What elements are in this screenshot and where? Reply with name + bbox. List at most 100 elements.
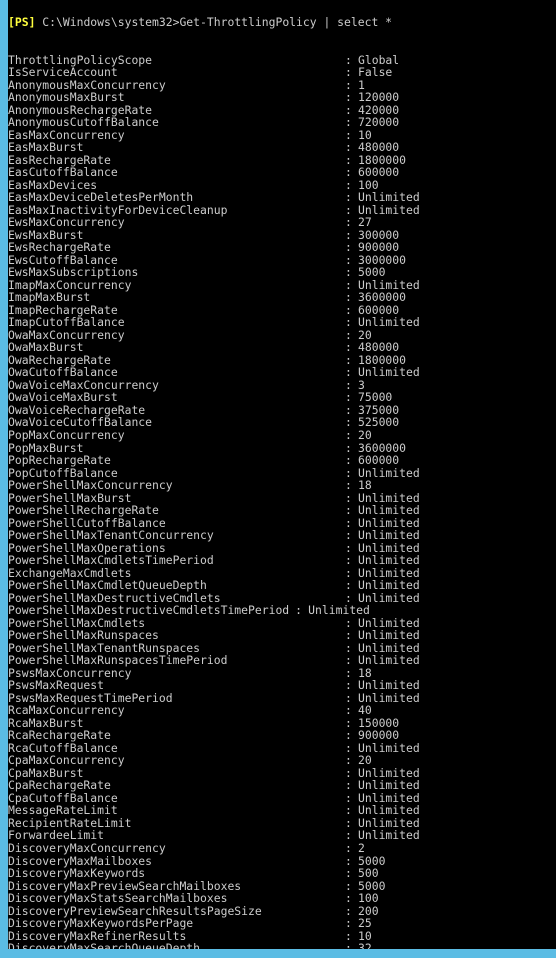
console-output-area[interactable]: [PS] C:\Windows\system32>Get-ThrottlingP… [8, 0, 556, 949]
property-separator: : [295, 603, 303, 618]
vertical-scrollbar[interactable] [0, 0, 8, 958]
property-separator: : [345, 553, 352, 568]
property-row: CpaMaxConcurrency:20 [8, 754, 556, 767]
property-name: IsServiceAccount [8, 65, 118, 80]
prompt-path: C:\Windows\system32> [42, 15, 180, 29]
property-row: DiscoveryMaxStatsSearchMailboxes:100 [8, 892, 556, 905]
blank-spacer-line [8, 29, 556, 54]
property-separator: : [345, 503, 352, 518]
property-separator: : [345, 891, 352, 906]
property-name: EasMaxBurst [8, 140, 84, 155]
property-name: ImapMaxBurst [8, 290, 91, 305]
property-separator: : [345, 628, 352, 643]
property-name: PowerShellMaxConcurrency [8, 478, 173, 493]
property-row: RcaMaxConcurrency:40 [8, 704, 556, 717]
property-row: IsServiceAccount: False [8, 66, 556, 79]
property-name: AnonymousCutoffBalance [8, 115, 159, 130]
property-name: DiscoveryMaxSearchQueueDepth [8, 941, 201, 949]
property-separator: : [345, 240, 352, 255]
property-separator: : [345, 427, 352, 442]
property-separator: : [345, 866, 352, 881]
property-row: DiscoveryMaxKeywordsPerPage:25 [8, 917, 556, 930]
property-separator: : [345, 215, 352, 230]
property-separator: : [345, 453, 352, 468]
property-row: EasMaxDeviceDeletesPerMonth: Unlimited [8, 191, 556, 204]
property-row: OwaMaxConcurrency:20 [8, 329, 556, 342]
powershell-console-window[interactable]: [PS] C:\Windows\system32>Get-ThrottlingP… [0, 0, 556, 958]
property-value: Unlimited [358, 365, 420, 380]
property-name: DiscoveryMaxConcurrency [8, 841, 166, 855]
horizontal-scrollbar[interactable] [0, 949, 556, 958]
property-name: PowerShellMaxRunspaces [8, 628, 159, 643]
property-separator: : [345, 703, 352, 718]
property-row: PowerShellMaxDestructiveCmdletsTimePerio… [8, 604, 556, 617]
property-separator: : [345, 65, 352, 80]
property-separator: : [345, 528, 352, 543]
property-name: PowerShellMaxRunspacesTimePeriod [8, 653, 228, 668]
prompt-line: [PS] C:\Windows\system32>Get-ThrottlingP… [8, 16, 556, 29]
property-separator: : [345, 728, 352, 743]
property-name: RcaMaxConcurrency [8, 703, 125, 718]
property-name: AnonymousMaxBurst [8, 90, 125, 105]
property-value: 32 [358, 941, 372, 949]
property-row: PowerShellRechargeRate: Unlimited [8, 504, 556, 517]
property-row: EasMaxConcurrency:10 [8, 128, 556, 142]
property-separator: : [345, 265, 352, 280]
property-separator: : [345, 140, 352, 155]
property-row: EwsMaxConcurrency:27 [8, 216, 556, 229]
property-name: DiscoveryMaxStatsSearchMailboxes [8, 891, 228, 906]
property-row: EasMaxBurst:480000 [8, 141, 556, 154]
property-separator: : [345, 678, 352, 693]
property-row: PswsMaxRequest: Unlimited [8, 679, 556, 692]
property-row: ImapCutoffBalance: Unlimited [8, 316, 556, 329]
property-row: EwsMaxSubscriptions:5000 [8, 266, 556, 279]
command-text: Get-ThrottlingPolicy | select * [179, 15, 393, 29]
property-name: PowerShellMaxCmdletQueueDepth [8, 578, 207, 593]
property-name: EasCutoffBalance [8, 165, 118, 180]
property-row: PopRechargeRate:600000 [8, 454, 556, 467]
property-name: EasMaxDeviceDeletesPerMonth [8, 190, 194, 205]
property-name: DiscoveryMaxKeywords [8, 866, 146, 881]
property-name: PowerShellMaxDestructiveCmdletsTimePerio… [8, 603, 290, 618]
property-separator: : [345, 165, 352, 180]
property-name: ImapCutoffBalance [8, 315, 125, 330]
property-separator: : [345, 315, 352, 330]
property-name: PopRechargeRate [8, 453, 111, 468]
property-row: DiscoveryMaxConcurrency:2 [8, 842, 556, 855]
property-row: RcaRechargeRate:900000 [8, 729, 556, 742]
property-row: PowerShellMaxCmdletQueueDepth: Unlimited [8, 579, 556, 592]
property-row: OwaMaxBurst:480000 [8, 341, 556, 354]
property-separator: : [345, 290, 352, 305]
property-row: EasCutoffBalance:600000 [8, 166, 556, 179]
property-name: PowerShellRechargeRate [8, 503, 159, 518]
property-name: PopMaxConcurrency [8, 427, 125, 442]
throttling-policy-property-list: ThrottlingPolicyScope: Global IsServiceAcc… [8, 53, 556, 949]
property-row: AnonymousCutoffBalance:720000 [8, 116, 556, 129]
property-row: PowerShellMaxRunspacesTimePeriod: Unlimit… [8, 654, 556, 667]
property-row: PopMaxConcurrency:20 [8, 429, 556, 442]
property-separator: : [345, 841, 352, 855]
property-name: PswsMaxRequest [8, 678, 105, 693]
property-row: ImapMaxBurst:3600000 [8, 291, 556, 304]
property-value: Unlimited [358, 828, 420, 843]
property-row: DiscoveryMaxKeywords:500 [8, 867, 556, 880]
property-separator: : [345, 340, 352, 355]
property-row: PowerShellMaxRunspaces: Unlimited [8, 629, 556, 642]
property-row: PowerShellMaxTenantConcurrency: Unlimited [8, 529, 556, 542]
property-separator: : [345, 653, 352, 668]
property-name: PowerShellMaxTenantConcurrency [8, 528, 214, 543]
property-separator: : [345, 941, 352, 949]
property-separator: : [345, 90, 352, 105]
property-separator: : [345, 478, 352, 493]
property-row: PowerShellMaxCmdletsTimePeriod: Unlimited [8, 554, 556, 567]
ps-prefix-token: [PS] [8, 15, 36, 29]
property-separator: : [345, 115, 352, 130]
property-name: RcaRechargeRate [8, 728, 111, 743]
property-name: EwsRechargeRate [8, 240, 111, 255]
property-name: PowerShellMaxCmdletsTimePeriod [8, 553, 214, 568]
property-separator: : [345, 190, 352, 205]
property-row: DiscoveryMaxSearchQueueDepth:32 [8, 942, 556, 949]
property-name: OwaMaxBurst [8, 340, 84, 355]
property-separator: : [345, 916, 352, 931]
property-row: AnonymousMaxBurst:120000 [8, 91, 556, 104]
